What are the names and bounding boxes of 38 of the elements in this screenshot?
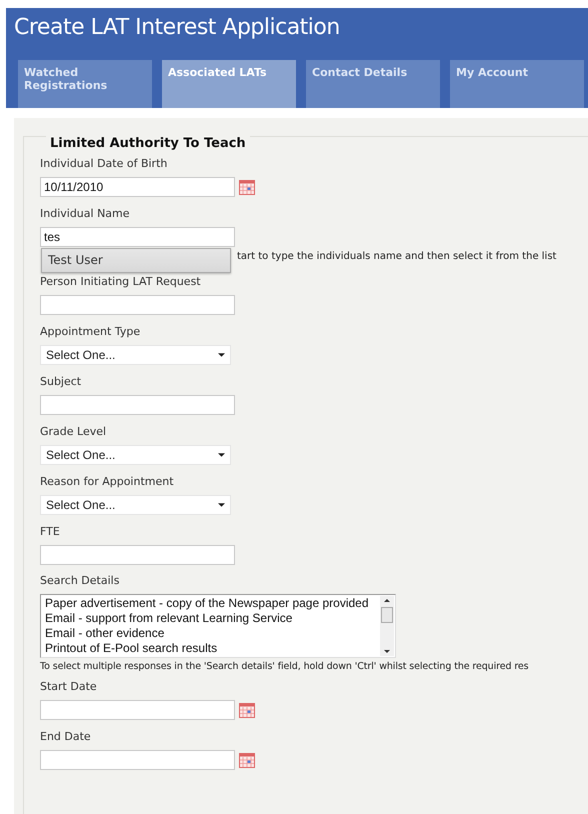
- help-text: To select multiple responses in the 'Search details' field, hold down 'Ctrl' whilst selecting the required res: [40, 661, 530, 672]
- dropdown[interactable]: Select One...: [40, 445, 231, 465]
- field-label: End Date: [40, 730, 92, 744]
- page-title: Create LAT Interest Application: [13, 14, 341, 42]
- list-option[interactable]: Printout of E-Pool search results: [45, 641, 380, 656]
- caret-icon: [218, 503, 225, 507]
- list-box[interactable]: Paper advertisement - copy of the Newspaper page provided Email - support from relevant Learning Service Email - other evidence Printout of E-Pool search results: [40, 594, 396, 658]
- caret-icon: [218, 453, 225, 457]
- field-label: Individual Date of Birth: [40, 157, 168, 171]
- fieldset-legend: Limited Authority To Teach: [46, 136, 250, 151]
- field-label: Subject: [40, 375, 82, 389]
- input-field[interactable]: [40, 750, 235, 770]
- list-option[interactable]: Paper advertisement - copy of the Newspaper page provided: [45, 596, 380, 611]
- calendar-icon[interactable]: [239, 702, 255, 718]
- input-field[interactable]: 10/11/2010: [40, 177, 235, 197]
- field-label: Search Details: [40, 574, 120, 588]
- input-field[interactable]: [40, 295, 235, 315]
- dropdown[interactable]: Select One...: [40, 345, 231, 365]
- field-label: Reason for Appointment: [40, 475, 175, 489]
- input-field[interactable]: [40, 545, 235, 565]
- caret-icon: [218, 353, 225, 357]
- input-field[interactable]: [40, 700, 235, 720]
- input-field[interactable]: tes: [40, 227, 235, 247]
- suggestion-item[interactable]: Test User: [41, 248, 231, 273]
- list-option[interactable]: Email - support from relevant Learning Service: [45, 611, 380, 626]
- field-label: Appointment Type: [40, 325, 142, 339]
- field-label: FTE: [40, 525, 61, 539]
- field-label: Grade Level: [40, 425, 108, 439]
- help-text: tart to type the individuals name and then select it from the list: [237, 251, 556, 262]
- field-label: Individual Name: [40, 207, 131, 221]
- list-option[interactable]: Email - other evidence: [45, 626, 380, 641]
- calendar-icon[interactable]: [239, 180, 255, 194]
- field-label: Person Initiating LAT Request: [40, 275, 202, 289]
- scrollbar[interactable]: [380, 596, 394, 656]
- calendar-icon[interactable]: [239, 752, 255, 768]
- field-label: Start Date: [40, 680, 98, 694]
- dropdown[interactable]: Select One...: [40, 495, 231, 515]
- input-field[interactable]: [40, 395, 235, 415]
